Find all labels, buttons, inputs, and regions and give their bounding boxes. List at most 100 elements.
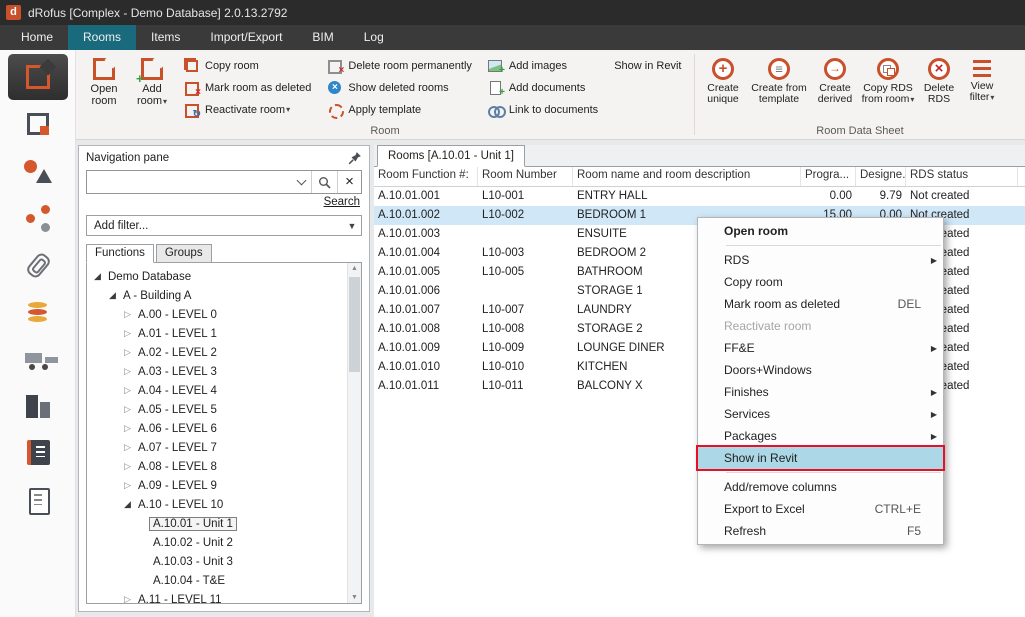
context-menu-item[interactable]: Refresh F5 ▶ — [698, 520, 943, 542]
menu-tab[interactable]: Log — [349, 25, 399, 50]
menu-tab[interactable]: BIM — [297, 25, 348, 50]
sidebar-item-systems[interactable] — [8, 195, 68, 241]
reactivate-room-button[interactable]: ↻ Reactivate room ▾ — [184, 101, 311, 118]
menu-tab[interactable]: Home — [6, 25, 68, 50]
tree-item[interactable]: A.05 - LEVEL 5 — [87, 400, 347, 419]
tree-expander-icon[interactable] — [121, 366, 134, 377]
context-menu-item[interactable]: Reactivate room ▶ — [698, 315, 943, 337]
column-header[interactable]: Room Function #: — [374, 167, 478, 186]
tree-item[interactable]: A.06 - LEVEL 6 — [87, 419, 347, 438]
context-menu-item[interactable]: Services ▶ — [698, 403, 943, 425]
add-documents-button[interactable]: + Add documents — [488, 79, 598, 96]
tree-item[interactable]: A.09 - LEVEL 9 — [87, 476, 347, 495]
search-link[interactable]: Search — [324, 196, 360, 208]
tree-item[interactable]: A.02 - LEVEL 2 — [87, 343, 347, 362]
tree-item[interactable]: A.10.04 - T&E — [87, 571, 347, 590]
pin-icon[interactable] — [348, 151, 362, 165]
tree-expander-icon[interactable] — [121, 423, 134, 434]
column-header[interactable]: Room Number — [478, 167, 573, 186]
column-header[interactable]: Progra... — [801, 167, 856, 186]
tree-item[interactable]: A.04 - LEVEL 4 — [87, 381, 347, 400]
context-menu-item[interactable]: Show in Revit ▶ — [698, 447, 943, 469]
tree-item[interactable]: A.03 - LEVEL 3 — [87, 362, 347, 381]
tree-item[interactable]: A.10.02 - Unit 2 — [87, 533, 347, 552]
clear-search-icon[interactable]: × — [337, 171, 361, 193]
scrollbar-thumb[interactable] — [349, 277, 360, 372]
delete-room-permanently-button[interactable]: × Delete room permanently — [327, 57, 472, 74]
tree-item[interactable]: Demo Database — [87, 267, 347, 286]
tree-item[interactable]: A.10.03 - Unit 3 — [87, 552, 347, 571]
add-filter-dropdown[interactable]: Add filter... ▼ — [86, 215, 362, 236]
create-derived-button[interactable]: Create derived — [812, 53, 858, 107]
tree-expander-icon[interactable] — [121, 309, 134, 320]
tree-item[interactable]: A.10 - LEVEL 10 — [87, 495, 347, 514]
context-menu-item[interactable]: Doors+Windows ▶ — [698, 359, 943, 381]
menu-tab[interactable]: Import/Export — [195, 25, 297, 50]
tree-expander-icon[interactable] — [121, 347, 134, 358]
tree-item[interactable]: A.11 - LEVEL 11 — [87, 590, 347, 603]
column-header[interactable]: RDS status — [906, 167, 1018, 186]
tree-expander-icon[interactable] — [121, 499, 134, 510]
tree-item[interactable]: A.00 - LEVEL 0 — [87, 305, 347, 324]
add-room-button[interactable]: Add room▾ — [129, 53, 175, 110]
sidebar-item-items[interactable] — [8, 101, 68, 147]
tree-expander-icon[interactable] — [121, 328, 134, 339]
sidebar-item-finance[interactable] — [8, 289, 68, 335]
room-row[interactable]: A.10.01.001 L10-001 ENTRY HALL 0.00 9.79… — [374, 187, 1025, 206]
tree-expander-icon[interactable] — [121, 461, 134, 472]
view-filter-button[interactable]: View filter▾ — [962, 53, 1002, 105]
tree-expander-icon[interactable] — [121, 480, 134, 491]
show-deleted-rooms-button[interactable]: Show deleted rooms — [327, 79, 472, 96]
nav-tab[interactable]: Functions — [86, 244, 154, 263]
show-in-revit-toggle[interactable]: Show in Revit — [614, 60, 681, 72]
column-header[interactable]: Designe... — [856, 167, 906, 186]
tree-expander-icon[interactable] — [121, 594, 134, 603]
menu-tab[interactable]: Rooms — [68, 25, 136, 50]
tree-item[interactable]: A - Building A — [87, 286, 347, 305]
rooms-document-tab[interactable]: Rooms [A.10.01 - Unit 1] — [377, 145, 525, 167]
sidebar-item-attachments[interactable] — [8, 242, 68, 288]
create-from-template-button[interactable]: Create from template — [748, 53, 810, 107]
open-room-button[interactable]: Open room — [81, 53, 127, 109]
mark-room-as-deleted-button[interactable]: × Mark room as deleted — [184, 79, 311, 96]
tree-scrollbar[interactable] — [347, 263, 361, 603]
context-menu-item[interactable]: Mark room as deleted DEL ▶ — [698, 293, 943, 315]
apply-template-button[interactable]: Apply template — [327, 101, 472, 118]
create-unique-button[interactable]: Create unique — [700, 53, 746, 107]
link-to-documents-button[interactable]: Link to documents — [488, 101, 598, 118]
search-input[interactable] — [87, 171, 296, 193]
context-menu-item[interactable]: Export to Excel CTRL+E ▶ — [698, 498, 943, 520]
tree-expander-icon[interactable] — [106, 290, 119, 301]
tree-expander-icon[interactable] — [91, 271, 104, 282]
copy-room-button[interactable]: Copy room — [184, 57, 311, 74]
menu-tab[interactable]: Items — [136, 25, 195, 50]
context-menu-item[interactable]: FF&E ▶ — [698, 337, 943, 359]
tree-expander-icon[interactable] — [121, 385, 134, 396]
ribbon: Open room Add room▾ Copy room × Mark roo… — [76, 50, 1025, 140]
tree-expander-icon[interactable] — [121, 442, 134, 453]
sidebar-item-shapes[interactable] — [8, 148, 68, 194]
sidebar-item-logistics[interactable] — [8, 336, 68, 382]
tree-expander-icon[interactable] — [121, 404, 134, 415]
context-menu-item[interactable]: Finishes ▶ — [698, 381, 943, 403]
tree-item[interactable]: A.08 - LEVEL 8 — [87, 457, 347, 476]
chevron-down-icon[interactable] — [297, 176, 307, 186]
delete-rds-button[interactable]: Delete RDS — [918, 53, 960, 107]
sidebar-item-rds[interactable] — [8, 430, 68, 476]
sidebar-item-buildings[interactable] — [8, 383, 68, 429]
context-menu-item[interactable]: Copy room ▶ — [698, 271, 943, 293]
context-menu-item[interactable]: Packages ▶ — [698, 425, 943, 447]
context-menu-item[interactable]: RDS ▶ — [698, 249, 943, 271]
sidebar-item-documents[interactable] — [8, 477, 68, 523]
tree-item[interactable]: A.10.01 - Unit 1 — [87, 514, 347, 533]
tree-item[interactable]: A.07 - LEVEL 7 — [87, 438, 347, 457]
search-icon[interactable] — [311, 171, 337, 193]
context-menu-item[interactable]: Open room ▶ — [698, 220, 943, 242]
context-menu-item[interactable]: Add/remove columns ▶ — [698, 476, 943, 498]
sidebar-item-rooms[interactable] — [8, 54, 68, 100]
add-images-button[interactable]: + Add images — [488, 57, 598, 74]
copy-rds-from-room-button[interactable]: Copy RDS from room▾ — [860, 53, 916, 107]
tree-item[interactable]: A.01 - LEVEL 1 — [87, 324, 347, 343]
column-header[interactable]: Room name and room description — [573, 167, 801, 186]
nav-tab[interactable]: Groups — [156, 244, 212, 263]
